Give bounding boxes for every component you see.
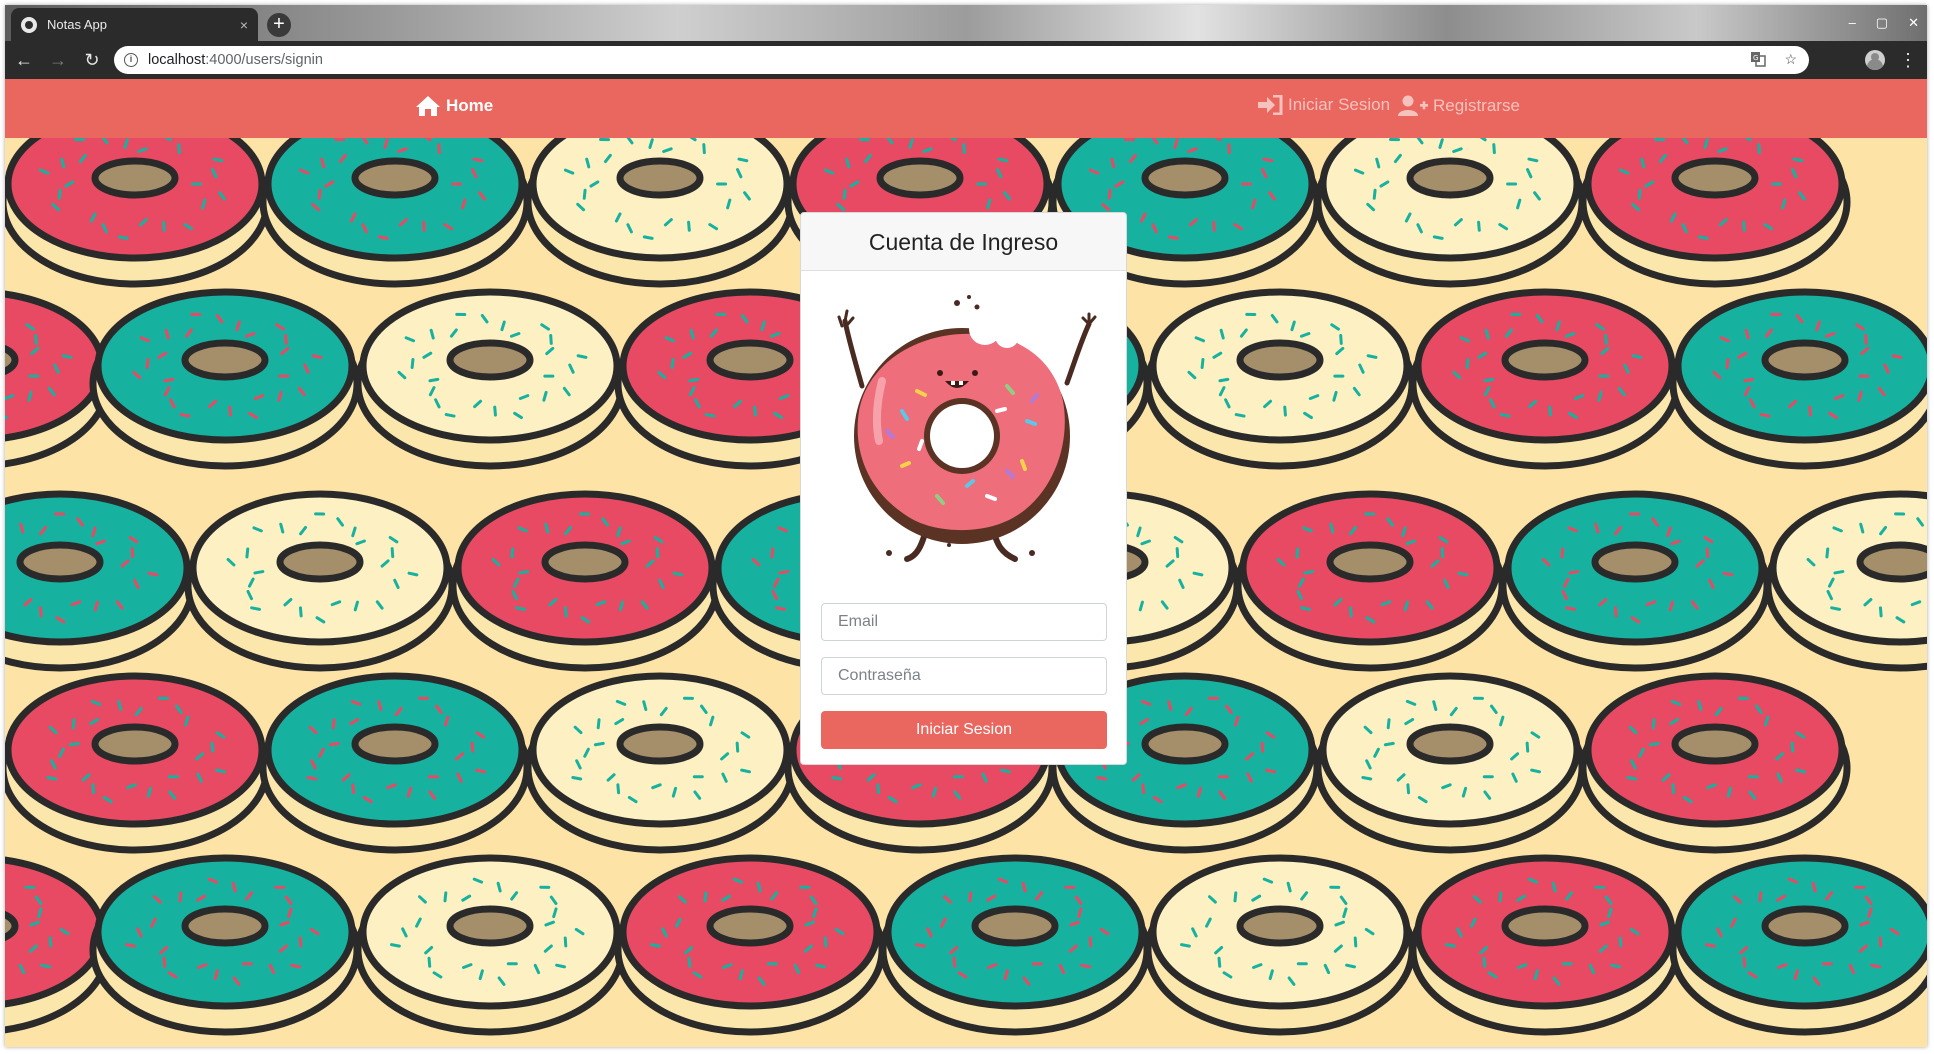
reload-icon[interactable]: ↻ xyxy=(77,50,107,71)
donut-mascot-illustration xyxy=(837,295,1097,562)
url-path: :4000/users/signin xyxy=(205,52,323,68)
donut-pattern-tile xyxy=(89,288,361,470)
nav-signin-link[interactable]: Iniciar Sesion xyxy=(1257,95,1390,115)
profile-avatar-icon[interactable] xyxy=(1865,50,1885,70)
translate-icon[interactable]: G xyxy=(1750,51,1767,70)
donut-pattern-tile xyxy=(524,672,796,854)
donut-pattern-tile xyxy=(1234,490,1506,672)
donut-pattern-tile xyxy=(1409,288,1681,470)
donut-pattern-tile xyxy=(5,672,271,854)
donut-pattern-tile xyxy=(614,854,886,1036)
donut-pattern-tile xyxy=(259,672,531,854)
address-bar[interactable]: i localhost:4000/users/signin G ☆ xyxy=(114,46,1809,74)
login-card: Cuenta de Ingreso Email Iniciar Sesion xyxy=(800,212,1127,765)
donut-pattern-tile xyxy=(449,490,721,672)
site-info-icon[interactable]: i xyxy=(124,53,138,67)
sign-in-icon xyxy=(1258,95,1283,115)
donut-pattern-tile xyxy=(1144,288,1416,470)
donut-pattern-tile xyxy=(1669,288,1927,470)
tab-strip: Notas App × + – ▢ ✕ xyxy=(5,5,1927,41)
donut-pattern-tile xyxy=(1499,490,1771,672)
tab-close-icon[interactable]: × xyxy=(240,17,248,33)
svg-text:G: G xyxy=(1753,54,1758,62)
nav-signup-link[interactable]: Registrarse xyxy=(1398,95,1520,117)
top-navbar: Home Iniciar Sesion Registrarse xyxy=(5,79,1927,138)
minimize-icon[interactable]: – xyxy=(1849,15,1856,31)
new-tab-button[interactable]: + xyxy=(267,13,291,37)
donut-pattern-tile xyxy=(354,854,626,1036)
donut-pattern-tile xyxy=(354,288,626,470)
close-window-icon[interactable]: ✕ xyxy=(1908,15,1919,31)
donut-pattern-tile xyxy=(1669,854,1927,1036)
browser-tab[interactable]: Notas App × xyxy=(11,8,258,41)
donut-pattern-tile xyxy=(1409,854,1681,1036)
email-field[interactable] xyxy=(821,603,1107,641)
donut-pattern-tile xyxy=(89,854,361,1036)
nav-signup-label: Registrarse xyxy=(1433,96,1520,115)
page-viewport: Home Iniciar Sesion Registrarse Cuenta d… xyxy=(5,79,1927,1047)
donut-pattern-tile xyxy=(1579,672,1851,854)
donut-pattern-tile xyxy=(1144,854,1416,1036)
back-icon[interactable]: ← xyxy=(9,50,39,71)
donut-pattern-tile xyxy=(1314,672,1586,854)
nav-home-link[interactable]: Home xyxy=(415,95,493,117)
bookmark-star-icon[interactable]: ☆ xyxy=(1784,51,1797,70)
password-field[interactable] xyxy=(821,657,1107,695)
tab-title: Notas App xyxy=(47,17,107,32)
browser-toolbar: ← → ↻ i localhost:4000/users/signin G ☆ … xyxy=(5,41,1927,79)
home-icon xyxy=(416,96,440,116)
forward-icon[interactable]: → xyxy=(43,50,73,71)
window-controls: – ▢ ✕ xyxy=(1849,15,1919,31)
login-card-title: Cuenta de Ingreso xyxy=(801,213,1126,271)
nav-signin-label: Iniciar Sesion xyxy=(1288,95,1391,114)
donut-pattern-tile xyxy=(879,854,1151,1036)
user-plus-icon xyxy=(1398,95,1428,116)
signin-submit-button[interactable]: Iniciar Sesion xyxy=(821,711,1107,749)
url-host: localhost xyxy=(148,52,206,68)
donut-pattern-tile xyxy=(5,490,196,672)
restore-icon[interactable]: ▢ xyxy=(1876,15,1888,31)
donut-pattern-tile xyxy=(1764,490,1927,672)
donut-pattern-tile xyxy=(184,490,456,672)
browser-window: Notas App × + – ▢ ✕ ← → ↻ i localhost:40… xyxy=(5,5,1927,1047)
menu-kebab-icon[interactable]: ⋮ xyxy=(1899,51,1917,69)
favicon-icon xyxy=(21,16,37,33)
nav-home-label: Home xyxy=(446,96,494,115)
